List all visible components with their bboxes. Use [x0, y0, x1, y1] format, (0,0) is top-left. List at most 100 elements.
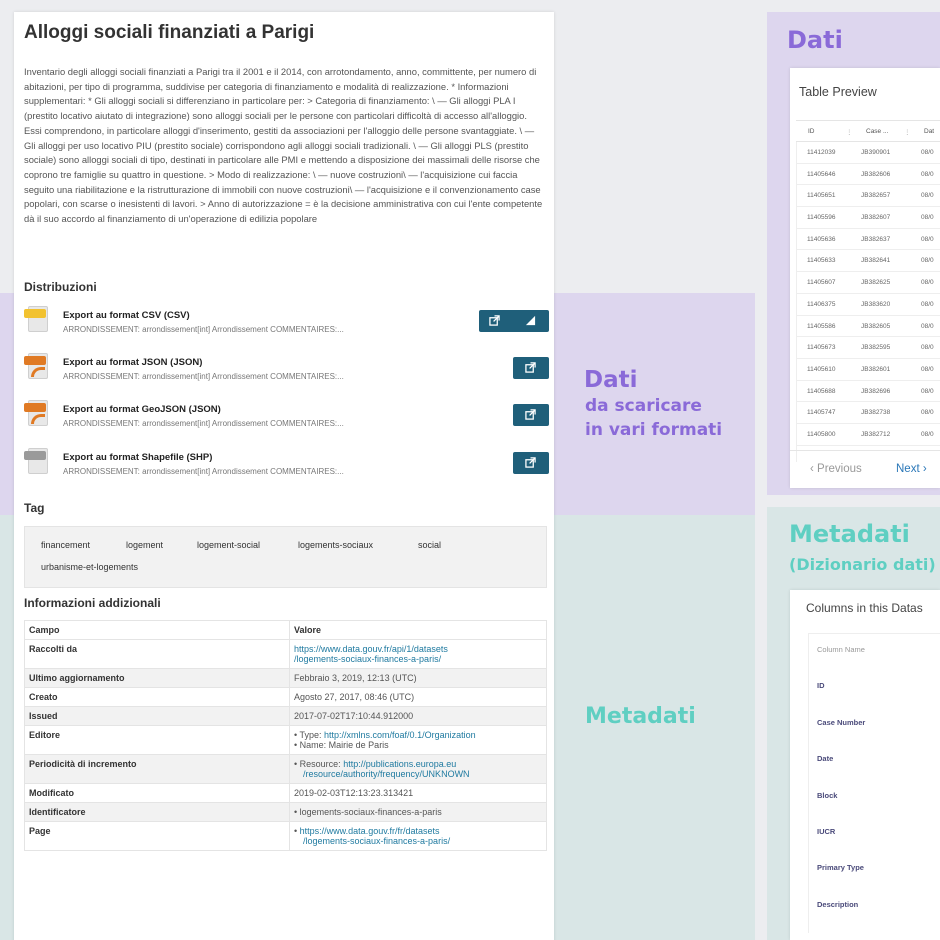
column-menu-icon[interactable]: ⋮: [846, 128, 853, 136]
tag-item[interactable]: social: [418, 540, 441, 550]
metadati-label-right: Metadati: [789, 520, 910, 548]
column-header[interactable]: ID: [808, 128, 815, 135]
column-menu-icon[interactable]: ⋮: [904, 128, 911, 136]
table-row: 11405688 JB382696 08/0: [797, 381, 940, 403]
field-value: Febbraio 3, 2019, 12:13 (UTC): [289, 668, 547, 688]
distribution-name[interactable]: Export au format JSON (JSON): [63, 357, 202, 368]
table-row: 11405747 JB382738 08/0: [797, 402, 940, 424]
column-item[interactable]: Description: [817, 900, 858, 909]
table-row: 11405651 JB382657 08/0: [797, 185, 940, 208]
table-row: 11405586 JB382605 08/0: [797, 316, 940, 338]
table-header-field: Campo: [24, 620, 290, 640]
field-value: 2019-02-03T12:13:23.313421: [289, 783, 547, 803]
table-row: 11405610 JB382601 08/0: [797, 359, 940, 381]
field-value: Agosto 27, 2017, 08:46 (UTC): [289, 687, 547, 707]
link[interactable]: https://www.data.gouv.fr/fr/datasets: [300, 826, 440, 836]
list-item: Name: Mairie de Paris: [294, 740, 542, 750]
link[interactable]: /logements-sociaux-finances-a-paris/: [294, 654, 542, 664]
table-cell: 08/0: [921, 300, 934, 308]
distribution-description: ARRONDISSEMENT: arrondissement[int] Arro…: [63, 419, 344, 428]
table-row: Editore Type: http://xmlns.com/foaf/0.1/…: [24, 725, 547, 755]
column-item[interactable]: Block: [817, 791, 837, 800]
previous-page-button[interactable]: ‹ Previous: [810, 463, 862, 475]
columns-card: Columns in this Datas Column Name ID Cas…: [790, 590, 940, 940]
next-page-button[interactable]: Next ›: [896, 463, 927, 475]
table-row: 11405596 JB382607 08/0: [797, 207, 940, 229]
open-link-button[interactable]: [513, 452, 549, 474]
link[interactable]: http://xmlns.com/foaf/0.1/Organization: [324, 730, 476, 740]
column-header[interactable]: Dat: [924, 128, 934, 135]
dati-label: Dati: [584, 367, 638, 393]
distribution-description: ARRONDISSEMENT: arrondissement[int] Arro…: [63, 467, 344, 476]
table-cell: 08/0: [921, 235, 934, 243]
field-name: Page: [24, 821, 290, 851]
table-row: Raccolti da https://www.data.gouv.fr/api…: [24, 639, 547, 669]
column-item[interactable]: Case Number: [817, 718, 865, 727]
table-cell: 08/0: [921, 214, 934, 222]
table-row: 11406375 JB383620 08/0: [797, 294, 940, 316]
table-row: Issued 2017-07-02T17:10:44.912000: [24, 706, 547, 726]
distribution-item[interactable]: Export au format GeoJSON (JSON) ARRONDIS…: [24, 400, 549, 434]
table-row: Creato Agosto 27, 2017, 08:46 (UTC): [24, 687, 547, 707]
link[interactable]: /resource/authority/frequency/UNKNOWN: [294, 769, 542, 779]
table-row: 11405673 JB382595 08/0: [797, 337, 940, 359]
next-label: Next: [896, 463, 920, 475]
link[interactable]: https://www.data.gouv.fr/api/1/datasets: [294, 644, 542, 654]
table-preview-grid: 11412039 JB390901 08/0 11405646 JB382606 08/0…: [796, 142, 940, 462]
column-header[interactable]: Case ...: [866, 128, 888, 135]
field-name: Ultimo aggiornamento: [24, 668, 290, 688]
table-cell: 11405596: [807, 214, 836, 222]
field-name: Issued: [24, 706, 290, 726]
open-link-button[interactable]: [513, 404, 549, 426]
item-label: Resource:: [299, 759, 341, 769]
table-cell: 08/0: [921, 257, 934, 265]
table-row: Periodicità di incremento Resource: http…: [24, 754, 547, 784]
list-item: Type: http://xmlns.com/foaf/0.1/Organiza…: [294, 730, 542, 740]
table-header-value: Valore: [289, 620, 547, 640]
tag-item[interactable]: logement: [126, 540, 163, 550]
table-cell: 11406375: [807, 300, 836, 308]
link[interactable]: /logements-sociaux-finances-a-paris/: [294, 836, 542, 846]
field-name: Identificatore: [24, 802, 290, 822]
divider: [790, 450, 940, 451]
column-item[interactable]: ID: [817, 681, 825, 690]
tag-item[interactable]: financement: [41, 540, 90, 550]
additional-info-table: Campo Valore Raccolti da https://www.dat…: [24, 620, 547, 851]
shp-file-icon: [24, 448, 50, 476]
table-cell: JB382641: [861, 257, 891, 265]
table-cell: JB382595: [861, 344, 891, 352]
distribution-item[interactable]: Export au format Shapefile (SHP) ARRONDI…: [24, 448, 549, 482]
chart-icon: [525, 315, 536, 326]
distributions-heading: Distribuzioni: [24, 280, 97, 294]
distribution-name[interactable]: Export au format GeoJSON (JSON): [63, 404, 221, 415]
column-item[interactable]: IUCR: [817, 827, 835, 836]
column-item[interactable]: Primary Type: [817, 863, 864, 872]
table-cell: 11405586: [807, 322, 836, 330]
field-name: Creato: [24, 687, 290, 707]
dataset-panel: Alloggi sociali finanziati a Parigi Inve…: [14, 12, 554, 940]
tag-item[interactable]: logements-sociaux: [298, 540, 373, 550]
distribution-name[interactable]: Export au format Shapefile (SHP): [63, 452, 212, 463]
tag-item[interactable]: logement-social: [197, 540, 260, 550]
table-row: Page https://www.data.gouv.fr/fr/dataset…: [24, 821, 547, 851]
tag-item[interactable]: urbanisme-et-logements: [41, 562, 138, 572]
open-explore-button[interactable]: [479, 310, 549, 332]
table-row: 11405636 JB382637 08/0: [797, 229, 940, 251]
table-cell: 11405651: [807, 192, 836, 200]
distribution-item[interactable]: Export au format JSON (JSON) ARRONDISSEM…: [24, 353, 549, 387]
item-label: Type:: [299, 730, 322, 740]
distribution-item[interactable]: Export au format CSV (CSV) ARRONDISSEMEN…: [24, 306, 549, 340]
tag-list: financement logement logement-social log…: [24, 526, 547, 588]
table-cell: 08/0: [921, 365, 934, 373]
column-item[interactable]: Date: [817, 754, 833, 763]
table-cell: 08/0: [921, 149, 934, 156]
open-link-button[interactable]: [513, 357, 549, 379]
table-cell: 08/0: [921, 279, 934, 287]
columns-card-title: Columns in this Datas: [806, 601, 923, 615]
link[interactable]: http://publications.europa.eu: [343, 759, 456, 769]
distribution-description: ARRONDISSEMENT: arrondissement[int] Arro…: [63, 372, 344, 381]
table-row: 11405800 JB382712 08/0: [797, 424, 940, 446]
dataset-title: Alloggi sociali finanziati a Parigi: [24, 22, 315, 43]
distribution-name[interactable]: Export au format CSV (CSV): [63, 310, 190, 321]
additional-info-heading: Informazioni addizionali: [24, 596, 161, 610]
